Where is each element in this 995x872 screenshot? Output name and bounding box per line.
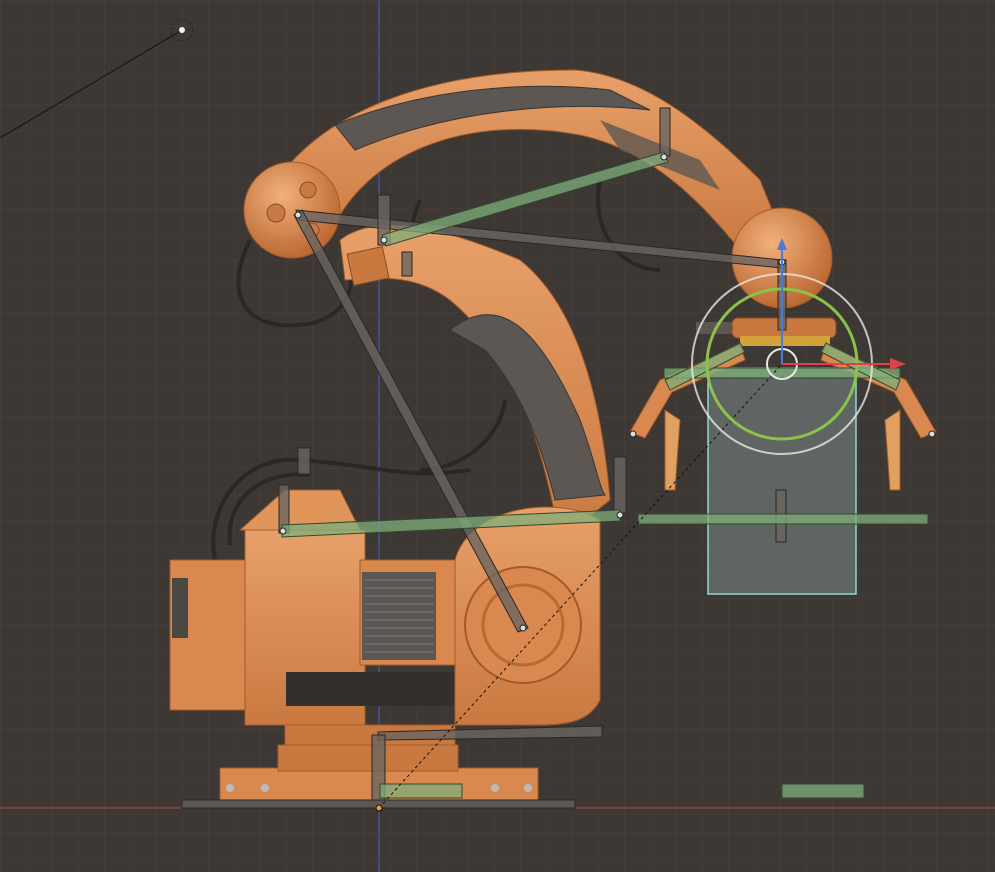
- object-origin-icon[interactable]: [375, 804, 383, 812]
- 3d-viewport[interactable]: [0, 0, 995, 872]
- target-bone: [781, 783, 865, 799]
- viewport-canvas[interactable]: [0, 0, 995, 872]
- gripper-selected-object[interactable]: [707, 367, 857, 595]
